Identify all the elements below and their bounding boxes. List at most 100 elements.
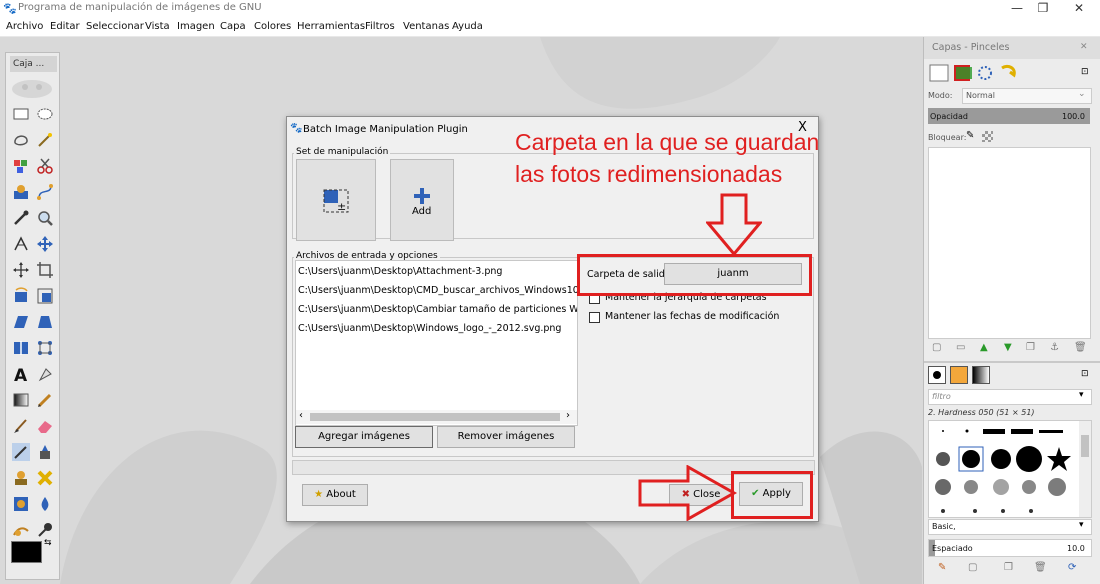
about-button[interactable]: ★ About [302, 484, 368, 506]
mode-select[interactable]: Normal ⌄ [962, 88, 1092, 104]
menu-filtros[interactable]: Filtros [365, 21, 395, 32]
shear-icon[interactable] [12, 313, 30, 331]
lock-alpha-icon[interactable] [982, 131, 993, 142]
paths-icon[interactable] [36, 183, 54, 201]
lock-pixels-icon[interactable]: ✎ [966, 130, 974, 141]
scale-icon[interactable] [36, 287, 54, 305]
flip-icon[interactable] [12, 339, 30, 357]
opacity-slider[interactable]: Opacidad 100.0 [928, 108, 1090, 124]
zoom-icon[interactable] [36, 209, 54, 227]
airbrush-icon[interactable] [12, 443, 30, 461]
select-by-color-icon[interactable] [12, 157, 30, 175]
maximize-button[interactable]: ❐ [1031, 1, 1055, 15]
add-images-button[interactable]: Agregar imágenes [295, 426, 433, 448]
foreground-select-icon[interactable] [12, 183, 30, 201]
dialog-title: Batch Image Manipulation Plugin [303, 124, 468, 135]
menu-capa[interactable]: Capa [220, 21, 246, 32]
delete-layer-icon[interactable]: 🗑 [1074, 342, 1087, 353]
keep-dates-checkbox[interactable] [589, 312, 600, 323]
text-icon[interactable]: A [12, 365, 30, 383]
eraser-icon[interactable] [36, 417, 54, 435]
minimize-button[interactable]: — [1005, 1, 1029, 15]
scroll-right-icon[interactable]: › [566, 410, 570, 421]
input-files-list[interactable]: C:\Users\juanm\Desktop\Attachment-3.png … [295, 260, 578, 426]
duplicate-brush-icon[interactable]: ❐ [1004, 562, 1013, 573]
color-picker-icon[interactable] [12, 209, 30, 227]
brush-panel-menu-icon[interactable]: ⊡ [1081, 369, 1089, 379]
toolbox-title[interactable]: Caja ... [10, 56, 57, 72]
annotation-down-arrow-icon [706, 193, 762, 257]
free-select-icon[interactable] [12, 131, 30, 149]
file-row[interactable]: C:\Users\juanm\Desktop\Windows_logo_-_20… [298, 323, 561, 334]
measure-icon[interactable] [12, 235, 30, 253]
gradient-tab-icon[interactable] [972, 366, 990, 384]
ink-icon[interactable] [36, 443, 54, 461]
spacing-slider[interactable]: Espaciado 10.0 [928, 539, 1092, 557]
blend-icon[interactable] [12, 391, 30, 409]
close-window-button[interactable]: ✕ [1067, 1, 1091, 15]
layers-list[interactable] [928, 147, 1091, 339]
file-row[interactable]: C:\Users\juanm\Desktop\Cambiar tamaño de… [298, 304, 577, 315]
new-layer-icon[interactable]: ▢ [932, 342, 941, 353]
panel-title[interactable]: Capas - Pinceles [932, 42, 1009, 53]
cage-transform-icon[interactable] [36, 339, 54, 357]
about-label: About [326, 489, 356, 500]
new-brush-icon[interactable]: ▢ [968, 562, 977, 573]
menu-archivo[interactable]: Archivo [6, 21, 43, 32]
brush-scrollbar[interactable] [1079, 421, 1091, 517]
file-row[interactable]: C:\Users\juanm\Desktop\CMD_buscar_archiv… [298, 285, 577, 296]
crop-icon[interactable] [36, 261, 54, 279]
menu-vista[interactable]: Vista [145, 21, 170, 32]
dodge-burn-icon[interactable] [12, 521, 30, 539]
edit-brush-icon[interactable]: ✎ [938, 562, 946, 573]
rotate-icon[interactable] [12, 287, 30, 305]
smudge-finger-icon[interactable] [36, 521, 54, 539]
file-row[interactable]: C:\Users\juanm\Desktop\Attachment-3.png [298, 266, 502, 277]
scissors-select-icon[interactable] [36, 157, 54, 175]
anchor-layer-icon[interactable]: ⚓ [1050, 342, 1059, 353]
scroll-left-icon[interactable]: ‹ [299, 410, 303, 421]
heal-icon[interactable] [36, 365, 54, 383]
rect-select-icon[interactable] [12, 105, 30, 123]
new-layer-group-icon[interactable]: ▭ [956, 342, 965, 353]
menu-herramientas[interactable]: Herramientas [297, 21, 365, 32]
align-icon[interactable] [12, 261, 30, 279]
pencil-icon[interactable] [36, 391, 54, 409]
fuzzy-select-icon[interactable] [36, 131, 54, 149]
menu-imagen[interactable]: Imagen [177, 21, 215, 32]
menu-ayuda[interactable]: Ayuda [452, 21, 483, 32]
lower-layer-icon[interactable]: ▼ [1004, 342, 1012, 353]
pattern-tab-icon[interactable] [950, 366, 968, 384]
swap-colors-icon[interactable]: ⇆ [44, 538, 52, 548]
ellipse-select-icon[interactable] [36, 105, 54, 123]
raise-layer-icon[interactable]: ▲ [980, 342, 988, 353]
brush-preset-select[interactable]: Basic, ▾ [928, 519, 1092, 535]
clone-icon[interactable] [12, 469, 30, 487]
blur-icon[interactable] [12, 495, 30, 513]
panel-menu-icon[interactable]: ⊡ [1081, 67, 1089, 77]
add-manipulation-button[interactable]: Add [390, 159, 454, 241]
brush-tab-icon[interactable] [928, 366, 946, 384]
brush-grid[interactable] [928, 420, 1092, 518]
refresh-brushes-icon[interactable]: ⟳ [1068, 562, 1076, 573]
horizontal-scrollbar[interactable]: ‹ › [296, 410, 577, 424]
paintbrush-icon[interactable] [12, 417, 30, 435]
menu-editar[interactable]: Editar [50, 21, 80, 32]
remove-images-button[interactable]: Remover imágenes [437, 426, 575, 448]
layer-actions-bar: ▢ ▭ ▲ ▼ ❐ ⚓ 🗑 [928, 342, 1089, 356]
perspective-icon[interactable] [36, 313, 54, 331]
menu-seleccionar[interactable]: Seleccionar [86, 21, 144, 32]
resize-manipulation-button[interactable]: ± [296, 159, 376, 241]
smudge-icon[interactable] [36, 495, 54, 513]
move-icon[interactable] [36, 235, 54, 253]
delete-brush-icon[interactable]: 🗑 [1034, 562, 1047, 573]
brush-filter-placeholder: filtro [932, 392, 951, 401]
duplicate-layer-icon[interactable]: ❐ [1026, 342, 1035, 353]
foreground-color-swatch[interactable] [11, 541, 42, 563]
perspective-clone-icon[interactable] [36, 469, 54, 487]
menu-ventanas[interactable]: Ventanas [403, 21, 449, 32]
panel-close-icon[interactable]: ✕ [1080, 42, 1088, 52]
brush-filter-input[interactable]: filtro ▾ [928, 389, 1092, 405]
scrollbar-thumb[interactable] [310, 413, 560, 421]
menu-colores[interactable]: Colores [254, 21, 291, 32]
